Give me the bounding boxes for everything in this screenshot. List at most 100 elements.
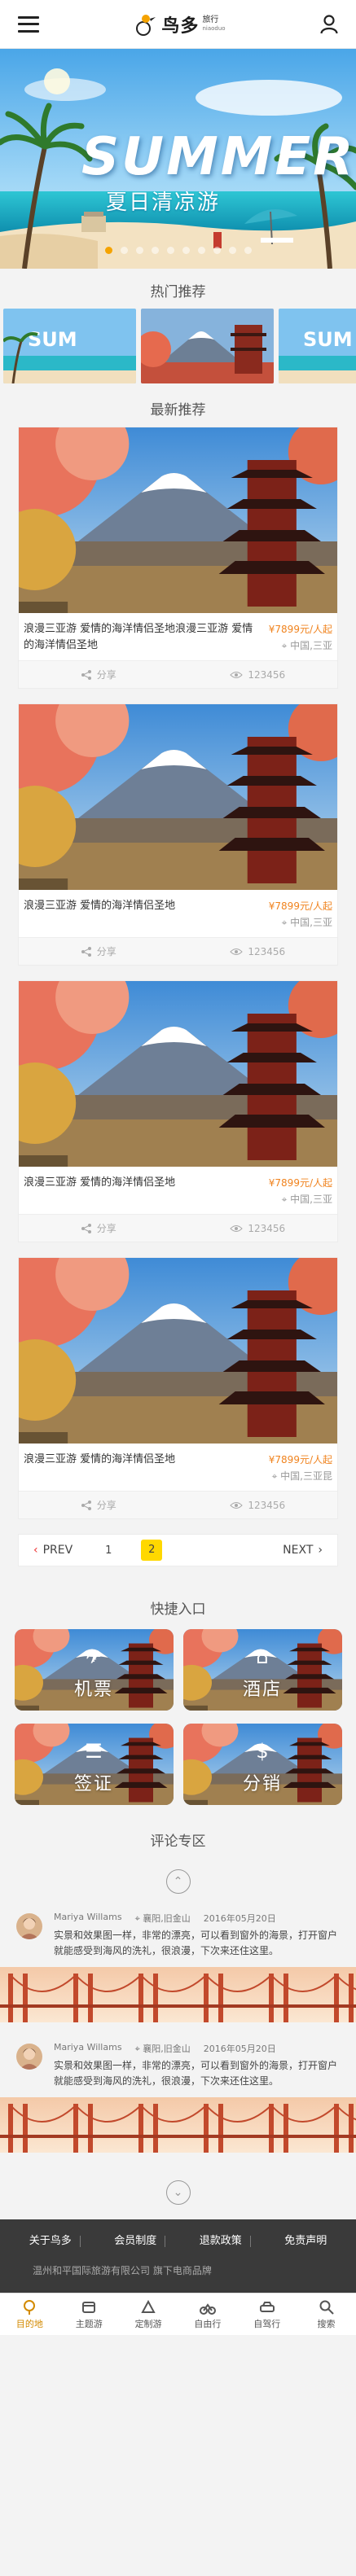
tab-6[interactable]: 搜索 [297,2293,356,2335]
page-2-button[interactable]: 2 [141,1540,163,1561]
carousel-dot[interactable] [120,247,128,254]
tab-label: 定制游 [134,2318,162,2329]
card-title[interactable]: 浪漫三亚游 爱情的海洋情侣圣地 [24,898,259,937]
user-icon[interactable] [320,14,338,34]
hot-thumb[interactable]: SUM [279,309,356,383]
comment-photo[interactable] [0,1967,356,2022]
comment-photo[interactable] [0,2097,356,2153]
hot-section-title: 热门推荐 [150,284,206,300]
chevron-down-icon: ⌄ [165,2180,191,2205]
carousel-dot[interactable] [151,247,159,254]
carousel-dots [0,247,356,254]
tab-3[interactable]: 定制游 [119,2293,178,2335]
card-price: ¥7899元/人起 [268,624,332,635]
carousel-dot[interactable] [213,247,221,254]
share-icon [81,1500,91,1510]
recommend-card[interactable]: 浪漫三亚游 爱情的海洋情侣圣地浪漫三亚游 爱情的海洋情侣圣地 ¥7899元/人起 ⌖… [0,403,354,689]
location-pin-icon: ⌖ [281,640,291,651]
banner-summer-text: SUMMER [81,127,356,187]
tab-2[interactable]: 主题游 [59,2293,119,2335]
share-button[interactable]: 分享 [19,1215,178,1242]
scroll-down-button[interactable]: ⌄ [0,2169,356,2219]
pagination: ‹ PREV 1 2 NEXT › [18,1534,338,1566]
quick-entry-1[interactable]: ✈ 机票 [14,1629,174,1711]
comment-item: Mariya Willams ⌖ 襄阳,旧金山 2016年05月20日 实景和效果图一… [0,1908,356,2022]
quick-entry-grid: ✈ 机票 ⌂ 酒店 ☰ 签证 $ 分销 [0,1626,356,1818]
comment-text: 实景和效果图一样，非常的漂亮，可以看到窗外的海景，打开窗户就能感受到海风的洗礼，… [54,1930,338,1956]
tab-label: 目的地 [15,2318,43,2329]
views-count: 123456 [178,1215,338,1242]
carousel-dot[interactable] [104,247,112,254]
svg-text:SUM: SUM [28,328,77,351]
tab-label: 主题游 [75,2318,103,2329]
destination-icon [24,2299,36,2315]
scroll-up-button[interactable]: ⌃ [0,1858,356,1908]
tab-1[interactable]: 目的地 [0,2293,59,2335]
prev-page-button[interactable]: ‹ PREV [33,1544,73,1557]
carousel-dot[interactable] [197,247,205,254]
card-image[interactable] [0,1233,354,1444]
card-image[interactable] [0,957,354,1167]
next-page-button[interactable]: NEXT › [283,1544,323,1557]
quick-entry-3[interactable]: ☰ 签证 [14,1724,174,1805]
quick-entry-2[interactable]: ⌂ 酒店 [182,1629,342,1711]
share-button[interactable]: 分享 [19,661,178,688]
card-image[interactable] [0,680,354,890]
recommend-card[interactable]: 浪漫三亚游 爱情的海洋情侣圣地 ¥7899元/人起 ⌖ 中国,三亚 分享 123456 [0,957,354,1242]
card-price: ¥7899元/人起 [268,1454,332,1465]
location-pin-icon: ⌖ [271,1470,281,1482]
avatar[interactable] [16,2044,42,2070]
comment-user: Mariya Willams [54,2042,122,2052]
quick-entry-label: 酒店 [242,1680,282,1700]
footer-link[interactable]: 关于鸟多 [21,2236,81,2247]
menu-icon[interactable] [18,15,39,33]
share-button[interactable]: 分享 [19,1492,178,1518]
svg-text:SUM: SUM [303,328,353,351]
latest-section-title: 最新推荐 [150,402,206,418]
card-location: ⌖ 中国,三亚 [281,640,332,651]
footer-link[interactable]: 会员制度 [106,2236,166,2247]
tab-label: 搜索 [317,2318,336,2329]
top-bar: 鸟多 旅行 niaoduo [0,0,356,49]
carousel-dot[interactable] [182,247,190,254]
copyright: 温州和平国际旅游有限公司 旗下电商品牌 [0,2263,356,2293]
hotel-icon: ⌂ [256,1645,269,1668]
logo-text: 鸟多 [161,15,200,37]
location-pin-icon: ⌖ [281,1194,291,1205]
share-icon [81,669,91,680]
banner-title: 夏日清凉游 [106,191,221,215]
tab-4[interactable]: 自由行 [178,2293,237,2335]
chevron-right-icon: › [318,1544,323,1557]
carousel-dot[interactable] [135,247,143,254]
quick-entry-4[interactable]: $ 分销 [182,1724,342,1805]
card-image[interactable] [0,403,354,613]
chevron-up-icon: ⌃ [165,1869,191,1894]
carousel-dot[interactable] [166,247,174,254]
footer-link[interactable]: 免责声明 [276,2236,335,2247]
banner-carousel[interactable]: SUMMER 夏日清凉游 [0,49,356,269]
tab-5[interactable]: 自驾行 [237,2293,297,2335]
recommend-card[interactable]: 浪漫三亚游 爱情的海洋情侣圣地 ¥7899元/人起 ⌖ 中国,三亚 分享 123456 [0,680,354,966]
footer-links: 关于鸟多 会员制度 退款政策 免责声明 [0,2219,356,2263]
recommend-card[interactable]: 浪漫三亚游 爱情的海洋情侣圣地 ¥7899元/人起 ⌖ 中国,三亚昆 分享 123456 [0,1233,354,1519]
comments-section: ⌃ Mariya Willams ⌖ 襄阳,旧金山 2016年05月20日实景和效果… [0,1858,356,2219]
logo-sub-text: 旅行 [202,15,219,24]
card-title[interactable]: 浪漫三亚游 爱情的海洋情侣圣地 [24,1452,259,1491]
card-title[interactable]: 浪漫三亚游 爱情的海洋情侣圣地浪漫三亚游 爱情的海洋情侣圣地 [24,621,259,660]
page-1-button[interactable]: 1 [100,1544,116,1557]
hot-strip: SUM SUM [0,309,356,387]
comment-date: 2016年05月20日 [203,1913,276,1924]
hot-thumb[interactable] [141,309,274,383]
carousel-dot[interactable] [228,247,236,254]
comment-location: ⌖ 襄阳,旧金山 [134,1913,191,1924]
passport-icon: ☰ [85,1740,103,1763]
carousel-dot[interactable] [244,247,252,254]
share-button[interactable]: 分享 [19,938,178,965]
theme-icon [82,2301,96,2313]
card-title[interactable]: 浪漫三亚游 爱情的海洋情侣圣地 [24,1175,259,1214]
avatar[interactable] [16,1913,42,1939]
hot-thumb[interactable]: SUM [3,309,136,383]
bottom-tab-bar: 目的地 主题游 定制游 自由行 自驾行 搜索 [0,2293,356,2335]
footer-link[interactable]: 退款政策 [191,2236,251,2247]
logo[interactable]: 鸟多 旅行 niaoduo [134,11,226,37]
